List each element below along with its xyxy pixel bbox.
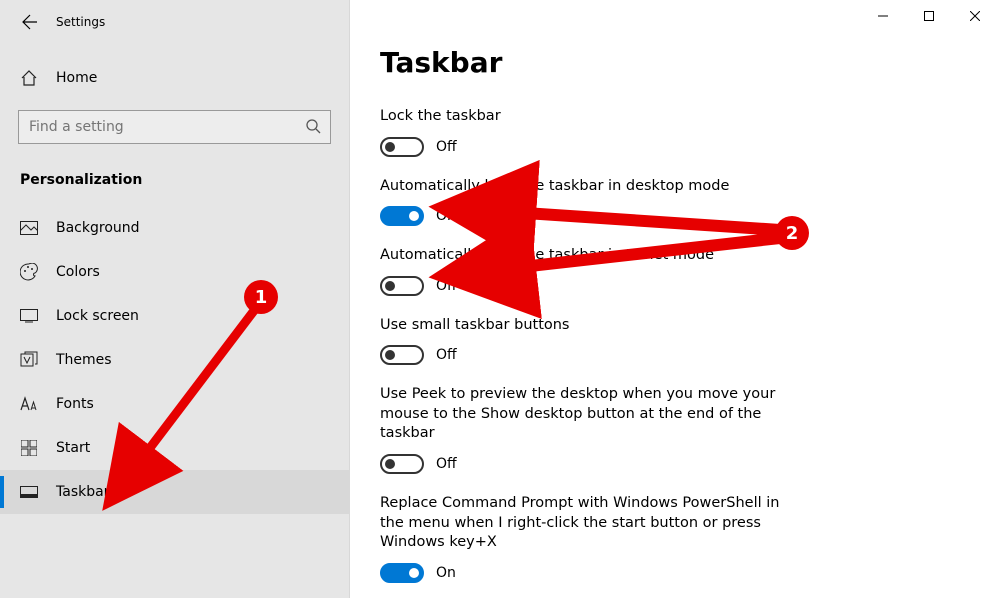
toggle-state: Off: [436, 139, 457, 155]
back-button[interactable]: [12, 4, 48, 40]
toggle-state: Off: [436, 278, 457, 294]
maximize-button[interactable]: [906, 0, 952, 32]
arrow-left-icon: [22, 14, 38, 30]
setting-peek: Use Peek to preview the desktop when you…: [380, 385, 800, 474]
page-title: Taskbar: [380, 46, 968, 79]
themes-icon: [20, 351, 38, 369]
setting-small-buttons: Use small taskbar buttons Off: [380, 316, 800, 366]
sidebar-item-label: Fonts: [56, 396, 94, 412]
toggle-row: Off: [380, 345, 800, 365]
toggle-row: On: [380, 206, 800, 226]
setting-powershell: Replace Command Prompt with Windows Powe…: [380, 494, 800, 583]
toggle-autohide-desktop[interactable]: [380, 206, 424, 226]
maximize-icon: [924, 11, 934, 21]
sidebar-item-taskbar[interactable]: Taskbar: [0, 470, 349, 514]
window-controls: [860, 0, 998, 32]
sidebar-item-themes[interactable]: Themes: [0, 338, 349, 382]
toggle-state: On: [436, 208, 456, 224]
section-title: Personalization: [0, 144, 349, 206]
setting-label: Replace Command Prompt with Windows Powe…: [380, 494, 800, 553]
sidebar-item-label: Themes: [56, 352, 112, 368]
palette-icon: [20, 263, 38, 281]
setting-label: Automatically hide the taskbar in deskto…: [380, 177, 800, 197]
sidebar-item-label: Taskbar: [56, 484, 109, 500]
titlebar: Settings: [0, 0, 349, 44]
toggle-lock-taskbar[interactable]: [380, 137, 424, 157]
search-input[interactable]: [18, 110, 331, 144]
home-label: Home: [56, 70, 97, 86]
setting-label: Automatically hide the taskbar in tablet…: [380, 246, 800, 266]
search-icon: [305, 118, 321, 138]
toggle-autohide-tablet[interactable]: [380, 276, 424, 296]
start-icon: [20, 439, 38, 457]
setting-lock-taskbar: Lock the taskbar Off: [380, 107, 800, 157]
sidebar-item-start[interactable]: Start: [0, 426, 349, 470]
toggle-row: Off: [380, 454, 800, 474]
sidebar-item-label: Start: [56, 440, 90, 456]
sidebar-item-lock-screen[interactable]: Lock screen: [0, 294, 349, 338]
setting-label: Use Peek to preview the desktop when you…: [380, 385, 800, 444]
toggle-state: Off: [436, 347, 457, 363]
setting-label: Use small taskbar buttons: [380, 316, 800, 336]
fonts-icon: [20, 395, 38, 413]
home-icon: [20, 69, 38, 87]
sidebar-item-label: Colors: [56, 264, 100, 280]
close-icon: [970, 11, 980, 21]
lock-screen-icon: [20, 307, 38, 325]
setting-autohide-tablet: Automatically hide the taskbar in tablet…: [380, 246, 800, 296]
setting-autohide-desktop: Automatically hide the taskbar in deskto…: [380, 177, 800, 227]
toggle-peek[interactable]: [380, 454, 424, 474]
toggle-powershell[interactable]: [380, 563, 424, 583]
picture-icon: [20, 219, 38, 237]
toggle-row: On: [380, 563, 800, 583]
sidebar-item-background[interactable]: Background: [0, 206, 349, 250]
toggle-row: Off: [380, 137, 800, 157]
close-button[interactable]: [952, 0, 998, 32]
setting-label: Lock the taskbar: [380, 107, 800, 127]
taskbar-icon: [20, 483, 38, 501]
sidebar-item-label: Background: [56, 220, 140, 236]
toggle-small-buttons[interactable]: [380, 345, 424, 365]
window-title: Settings: [56, 15, 105, 29]
sidebar-item-label: Lock screen: [56, 308, 139, 324]
search-container: [18, 110, 331, 144]
toggle-state: Off: [436, 456, 457, 472]
sidebar-item-colors[interactable]: Colors: [0, 250, 349, 294]
main-pane: Taskbar Lock the taskbar Off Automatical…: [350, 0, 998, 598]
toggle-state: On: [436, 565, 456, 581]
sidebar-item-home[interactable]: Home: [0, 58, 349, 98]
minimize-button[interactable]: [860, 0, 906, 32]
sidebar: Settings Home Personalization Background…: [0, 0, 350, 598]
toggle-row: Off: [380, 276, 800, 296]
minimize-icon: [878, 11, 888, 21]
sidebar-item-fonts[interactable]: Fonts: [0, 382, 349, 426]
